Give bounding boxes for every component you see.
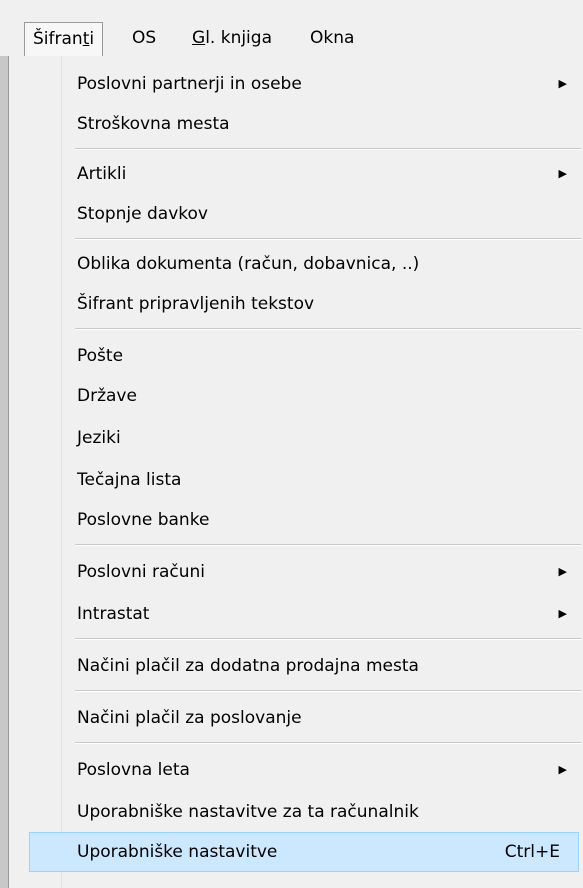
menu-item-drzave[interactable]: Države bbox=[29, 376, 579, 416]
menu-sifranti[interactable]: Šifranti bbox=[24, 22, 104, 56]
menu-separator bbox=[75, 638, 581, 640]
menu-item-label: Načini plačil za poslovanje bbox=[77, 708, 302, 728]
menu-item-stopnje-davkov[interactable]: Stopnje davkov bbox=[29, 194, 579, 234]
menu-separator bbox=[75, 742, 581, 744]
submenu-arrow-icon: ▶ bbox=[558, 167, 567, 180]
menu-item-label: Načini plačil za dodatna prodajna mesta bbox=[77, 656, 419, 676]
menu-item-label: Poslovne banke bbox=[77, 510, 210, 530]
menu-item-label: Stroškovna mesta bbox=[77, 114, 230, 134]
menu-item-label: Uporabniške nastavitve za ta računalnik bbox=[77, 802, 419, 822]
menu-separator bbox=[75, 148, 581, 150]
menu-separator bbox=[75, 328, 581, 330]
menu-item-label: Oblika dokumenta (račun, dobavnica, ..) bbox=[77, 254, 420, 274]
shortcut-label: Ctrl+E bbox=[504, 842, 560, 862]
submenu-arrow-icon: ▶ bbox=[558, 565, 567, 578]
menu-item-label: Pošte bbox=[77, 346, 124, 366]
submenu-arrow-icon: ▶ bbox=[558, 77, 567, 90]
menu-item-label: Poslovni računi bbox=[77, 562, 206, 582]
menu-item-label: Uporabniške nastavitve bbox=[77, 842, 278, 862]
menu-gl-accel: G bbox=[192, 28, 206, 48]
menu-item-artikli[interactable]: Artikli ▶ bbox=[29, 154, 579, 194]
menu-okna-label: Okna bbox=[310, 28, 355, 48]
menu-item-label: Šifrant pripravljenih tekstov bbox=[77, 294, 315, 314]
menu-okna[interactable]: Okna bbox=[302, 22, 362, 56]
menu-sifranti-label-end: i bbox=[89, 29, 95, 49]
menu-item-poslovni-racuni[interactable]: Poslovni računi ▶ bbox=[29, 552, 579, 592]
menu-item-oblika-dokumenta[interactable]: Oblika dokumenta (račun, dobavnica, ..) bbox=[29, 244, 579, 284]
menu-separator bbox=[75, 544, 581, 546]
menu-item-label: Tečajna lista bbox=[77, 470, 182, 490]
menu-item-label: Intrastat bbox=[77, 604, 150, 624]
menu-item-nacini-placil-poslovanje[interactable]: Načini plačil za poslovanje bbox=[29, 698, 579, 738]
menu-item-stroskovna-mesta[interactable]: Stroškovna mesta bbox=[29, 104, 579, 144]
menu-item-uporabniske-nastavitve[interactable]: Uporabniške nastavitve Ctrl+E bbox=[29, 832, 579, 872]
menu-separator bbox=[75, 690, 581, 692]
menu-item-label: Poslovna leta bbox=[77, 760, 190, 780]
menu-gl-knjiga[interactable]: Gl. knjiga bbox=[184, 22, 280, 56]
menu-item-poste[interactable]: Pošte bbox=[29, 336, 579, 376]
menu-item-intrastat[interactable]: Intrastat ▶ bbox=[29, 594, 579, 634]
menu-item-tecajna-lista[interactable]: Tečajna lista bbox=[29, 460, 579, 500]
menu-item-label: Jeziki bbox=[77, 428, 121, 448]
menu-sifranti-label: Šifran bbox=[33, 29, 83, 49]
menu-item-label: Poslovni partnerji in osebe bbox=[77, 74, 302, 94]
menu-os-label: OS bbox=[132, 28, 157, 48]
menu-separator bbox=[75, 238, 581, 240]
menu-item-poslovna-leta[interactable]: Poslovna leta ▶ bbox=[29, 750, 579, 790]
submenu-arrow-icon: ▶ bbox=[558, 763, 567, 776]
sifranti-dropdown: Poslovni partnerji in osebe ▶ Stroškovna… bbox=[8, 56, 583, 888]
submenu-arrow-icon: ▶ bbox=[558, 607, 567, 620]
menu-item-jeziki[interactable]: Jeziki bbox=[29, 418, 579, 458]
menu-item-poslovni-partnerji[interactable]: Poslovni partnerji in osebe ▶ bbox=[29, 64, 579, 104]
menu-item-label: Države bbox=[77, 386, 137, 406]
menu-item-sifrant-tekstov[interactable]: Šifrant pripravljenih tekstov bbox=[29, 284, 579, 324]
menu-item-label: Artikli bbox=[77, 164, 127, 184]
menu-gl-label: l. knjiga bbox=[205, 28, 272, 48]
background-window-edge bbox=[0, 56, 8, 888]
menu-os[interactable]: OS bbox=[124, 22, 164, 56]
menu-item-nacini-placil-prodajna[interactable]: Načini plačil za dodatna prodajna mesta bbox=[29, 646, 579, 686]
menu-bar: Šifranti OS Gl. knjiga Okna bbox=[0, 0, 583, 56]
menu-item-label: Stopnje davkov bbox=[77, 204, 208, 224]
menu-item-poslovne-banke[interactable]: Poslovne banke bbox=[29, 500, 579, 540]
menu-item-nastavitve-racunalnik[interactable]: Uporabniške nastavitve za ta računalnik bbox=[29, 792, 579, 832]
